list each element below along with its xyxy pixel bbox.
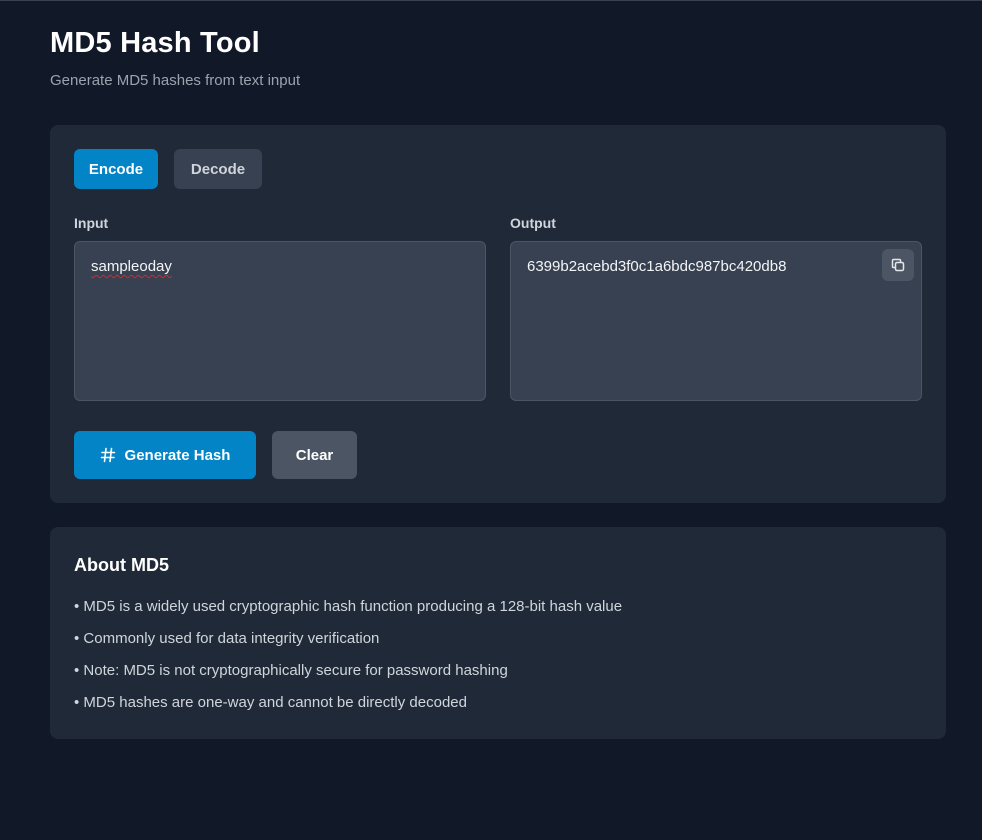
about-card: About MD5 • MD5 is a widely used cryptog…	[50, 527, 946, 739]
about-title: About MD5	[74, 555, 169, 575]
about-list: • MD5 is a widely used cryptographic has…	[74, 597, 622, 725]
page-title: MD5 Hash Tool	[50, 27, 260, 59]
about-item: • MD5 hashes are one-way and cannot be d…	[74, 694, 467, 711]
hash-icon	[100, 447, 116, 463]
top-border	[0, 0, 982, 1]
about-item: • Commonly used for data integrity verif…	[74, 630, 380, 647]
copy-button[interactable]	[882, 249, 914, 281]
input-textarea[interactable]: sampleoday	[74, 241, 486, 401]
generate-hash-label: Generate Hash	[124, 446, 231, 464]
input-label: Input	[74, 215, 109, 231]
output-label: Output	[510, 215, 556, 231]
copy-icon	[890, 257, 906, 273]
page-subtitle: Generate MD5 hashes from text input	[50, 72, 301, 89]
encode-mode-button[interactable]: Encode	[74, 149, 158, 189]
output-textarea[interactable]: 6399b2acebd3f0c1a6bdc987bc420db8	[510, 241, 922, 401]
about-item: • MD5 is a widely used cryptographic has…	[74, 598, 623, 615]
input-text: sampleoday	[91, 258, 172, 275]
clear-button[interactable]: Clear	[272, 431, 357, 479]
decode-mode-button[interactable]: Decode	[174, 149, 262, 189]
output-text: 6399b2acebd3f0c1a6bdc987bc420db8	[527, 258, 787, 275]
generate-hash-button[interactable]: Generate Hash	[74, 431, 256, 479]
about-item: • Note: MD5 is not cryptographically sec…	[74, 662, 508, 679]
hash-tool-card: Encode Decode Input Output sampleoday 63…	[50, 125, 946, 503]
